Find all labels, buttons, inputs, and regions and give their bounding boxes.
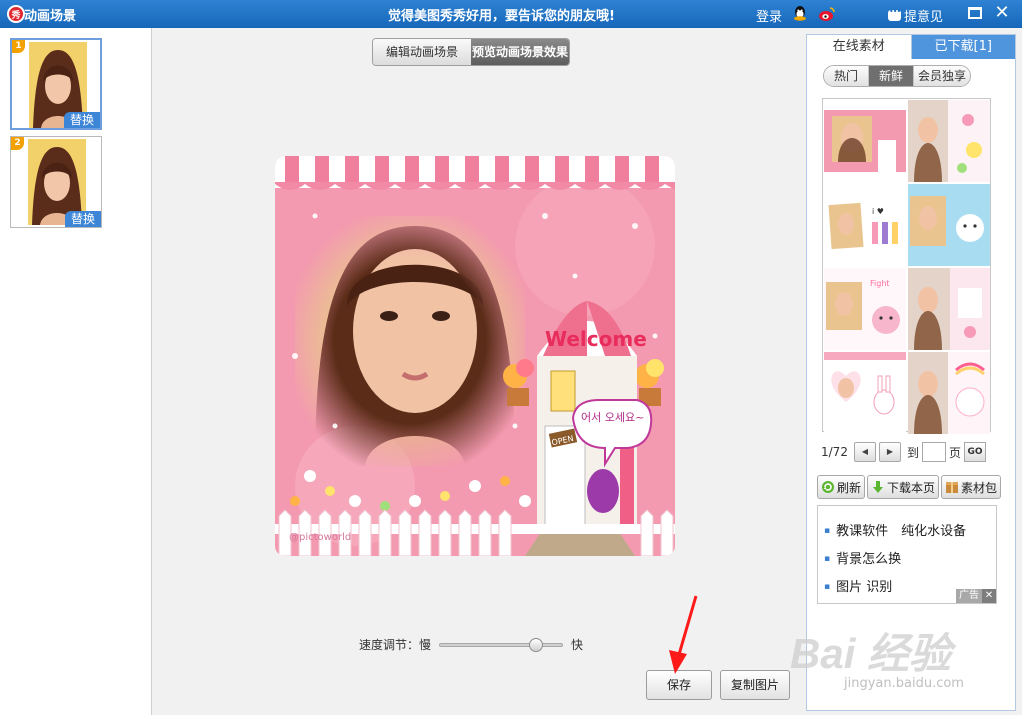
material-thumbnail: i ♥ xyxy=(824,184,906,266)
app-logo-icon: 秀 xyxy=(7,5,25,23)
material-tile[interactable] xyxy=(824,100,906,182)
thumbnail-panel: 1 替换 2 替换 xyxy=(0,28,152,715)
prev-page-button[interactable]: ◀ xyxy=(853,442,876,462)
tab-vip[interactable]: 会员独享 xyxy=(914,66,970,86)
material-thumbnail xyxy=(908,268,990,350)
scene-preview: Welcome OPEN 어서 오세요~ @pictoworld xyxy=(275,156,675,556)
speed-slider-knob[interactable] xyxy=(528,637,543,652)
tab-edit-scene[interactable]: 编辑动画场景 xyxy=(373,39,471,65)
refresh-label: 刷新 xyxy=(837,480,862,495)
scene-illustration: Welcome OPEN 어서 오세요~ @pictoworld xyxy=(275,156,675,556)
welcome-sign: Welcome xyxy=(545,327,647,351)
speed-fast-label: 快 xyxy=(571,638,584,652)
red-arrow-annotation xyxy=(669,595,698,674)
speed-control: 速度调节： 慢 快 xyxy=(359,636,583,653)
material-actions: 刷新 下载本页 素材包 xyxy=(817,475,1002,499)
thumbnail-1[interactable]: 1 替换 xyxy=(10,38,102,130)
ad-link-1[interactable]: 教课软件 纯化水设备 xyxy=(824,520,966,539)
title-bar: 秀 动画场景 觉得美图秀秀好用，要告诉您的朋友哦! 登录 提意见 ✕ xyxy=(0,0,1022,28)
page-info: 1/72 xyxy=(821,445,848,459)
ad-box: 教课软件 纯化水设备 背景怎么换 图片 识别 广告 ✕ xyxy=(817,505,997,604)
tab-downloaded[interactable]: 已下载[1] xyxy=(912,35,1016,59)
ad-link-2[interactable]: 背景怎么换 xyxy=(824,548,901,567)
copy-image-button[interactable]: 复制图片 xyxy=(720,670,790,700)
page-label: 页 xyxy=(948,445,961,460)
login-link[interactable]: 登录 xyxy=(756,6,782,25)
svg-text:Fight: Fight xyxy=(870,279,890,288)
go-button[interactable]: GO xyxy=(963,442,986,462)
download-page-label: 下载本页 xyxy=(887,480,936,495)
replace-button[interactable]: 替换 xyxy=(65,211,101,227)
page-number-input[interactable] xyxy=(921,442,946,462)
material-tile[interactable] xyxy=(908,100,990,182)
thumbnail-number-badge: 2 xyxy=(11,137,24,150)
material-source-tabs: 在线素材 已下载[1] xyxy=(807,35,1015,59)
save-button[interactable]: 保存 xyxy=(646,670,712,700)
material-thumbnail xyxy=(908,100,990,182)
window-title: 动画场景 xyxy=(24,9,77,24)
material-thumbnail: Fight xyxy=(824,268,906,350)
speed-label: 速度调节： xyxy=(359,638,420,652)
svg-text:i ♥: i ♥ xyxy=(872,207,884,216)
material-package-button[interactable]: 素材包 xyxy=(941,475,1002,499)
material-tile[interactable] xyxy=(824,352,906,434)
material-pager: 1/72 ◀ ▶ 到 页 GO xyxy=(821,442,986,462)
refresh-button[interactable]: 刷新 xyxy=(817,475,866,499)
feedback-button[interactable]: 提意见 xyxy=(888,6,943,25)
ad-link-3[interactable]: 图片 识别 xyxy=(824,576,892,595)
chat-bubble-icon xyxy=(888,7,901,21)
material-thumbnail xyxy=(908,184,990,266)
tab-hot[interactable]: 热门 xyxy=(824,66,869,86)
material-tile[interactable] xyxy=(908,352,990,434)
download-page-button[interactable]: 下载本页 xyxy=(867,475,940,499)
tab-online-materials[interactable]: 在线素材 xyxy=(807,35,912,59)
material-thumbnail xyxy=(908,352,990,434)
next-page-button[interactable]: ▶ xyxy=(878,442,901,462)
slogan-text: 觉得美图秀秀好用，要告诉您的朋友哦! xyxy=(388,9,615,24)
speech-bubble-text: 어서 오세요~ xyxy=(581,411,644,424)
package-icon xyxy=(946,482,959,493)
download-arrow-icon xyxy=(873,481,884,493)
thumbnail-2[interactable]: 2 替换 xyxy=(10,136,102,228)
speed-slider[interactable] xyxy=(439,637,564,652)
material-panel: 在线素材 已下载[1] 热门 新鲜 会员独享 i ♥ Fight 1/72 ◀ … xyxy=(806,34,1016,711)
material-category-tabs: 热门 新鲜 会员独享 xyxy=(823,65,971,87)
material-grid: i ♥ Fight xyxy=(822,98,991,434)
material-package-label: 素材包 xyxy=(961,480,998,495)
mode-tab-group: 编辑动画场景 预览动画场景效果 xyxy=(372,38,570,66)
tab-preview-scene[interactable]: 预览动画场景效果 xyxy=(471,39,569,65)
replace-button[interactable]: 替换 xyxy=(64,112,100,128)
refresh-icon xyxy=(822,481,834,493)
material-thumbnail xyxy=(824,100,906,182)
close-button[interactable]: ✕ xyxy=(992,3,1012,23)
ad-badge: 广告 xyxy=(956,589,982,603)
ad-close-button[interactable]: ✕ xyxy=(982,589,996,603)
material-tile[interactable] xyxy=(908,268,990,350)
material-tile[interactable]: i ♥ xyxy=(824,184,906,266)
qq-icon[interactable] xyxy=(792,5,808,23)
thumbnail-number-badge: 1 xyxy=(12,40,25,53)
speed-slow-label: 慢 xyxy=(419,638,432,652)
material-thumbnail xyxy=(824,352,906,434)
material-tile[interactable]: Fight xyxy=(824,268,906,350)
feedback-label: 提意见 xyxy=(904,10,944,25)
goto-label: 到 xyxy=(906,445,919,460)
tab-new[interactable]: 新鲜 xyxy=(869,66,914,86)
weibo-icon[interactable] xyxy=(818,5,836,23)
maximize-button[interactable] xyxy=(968,7,982,19)
credit-text: @pictoworld xyxy=(289,532,351,543)
material-tile[interactable] xyxy=(908,184,990,266)
